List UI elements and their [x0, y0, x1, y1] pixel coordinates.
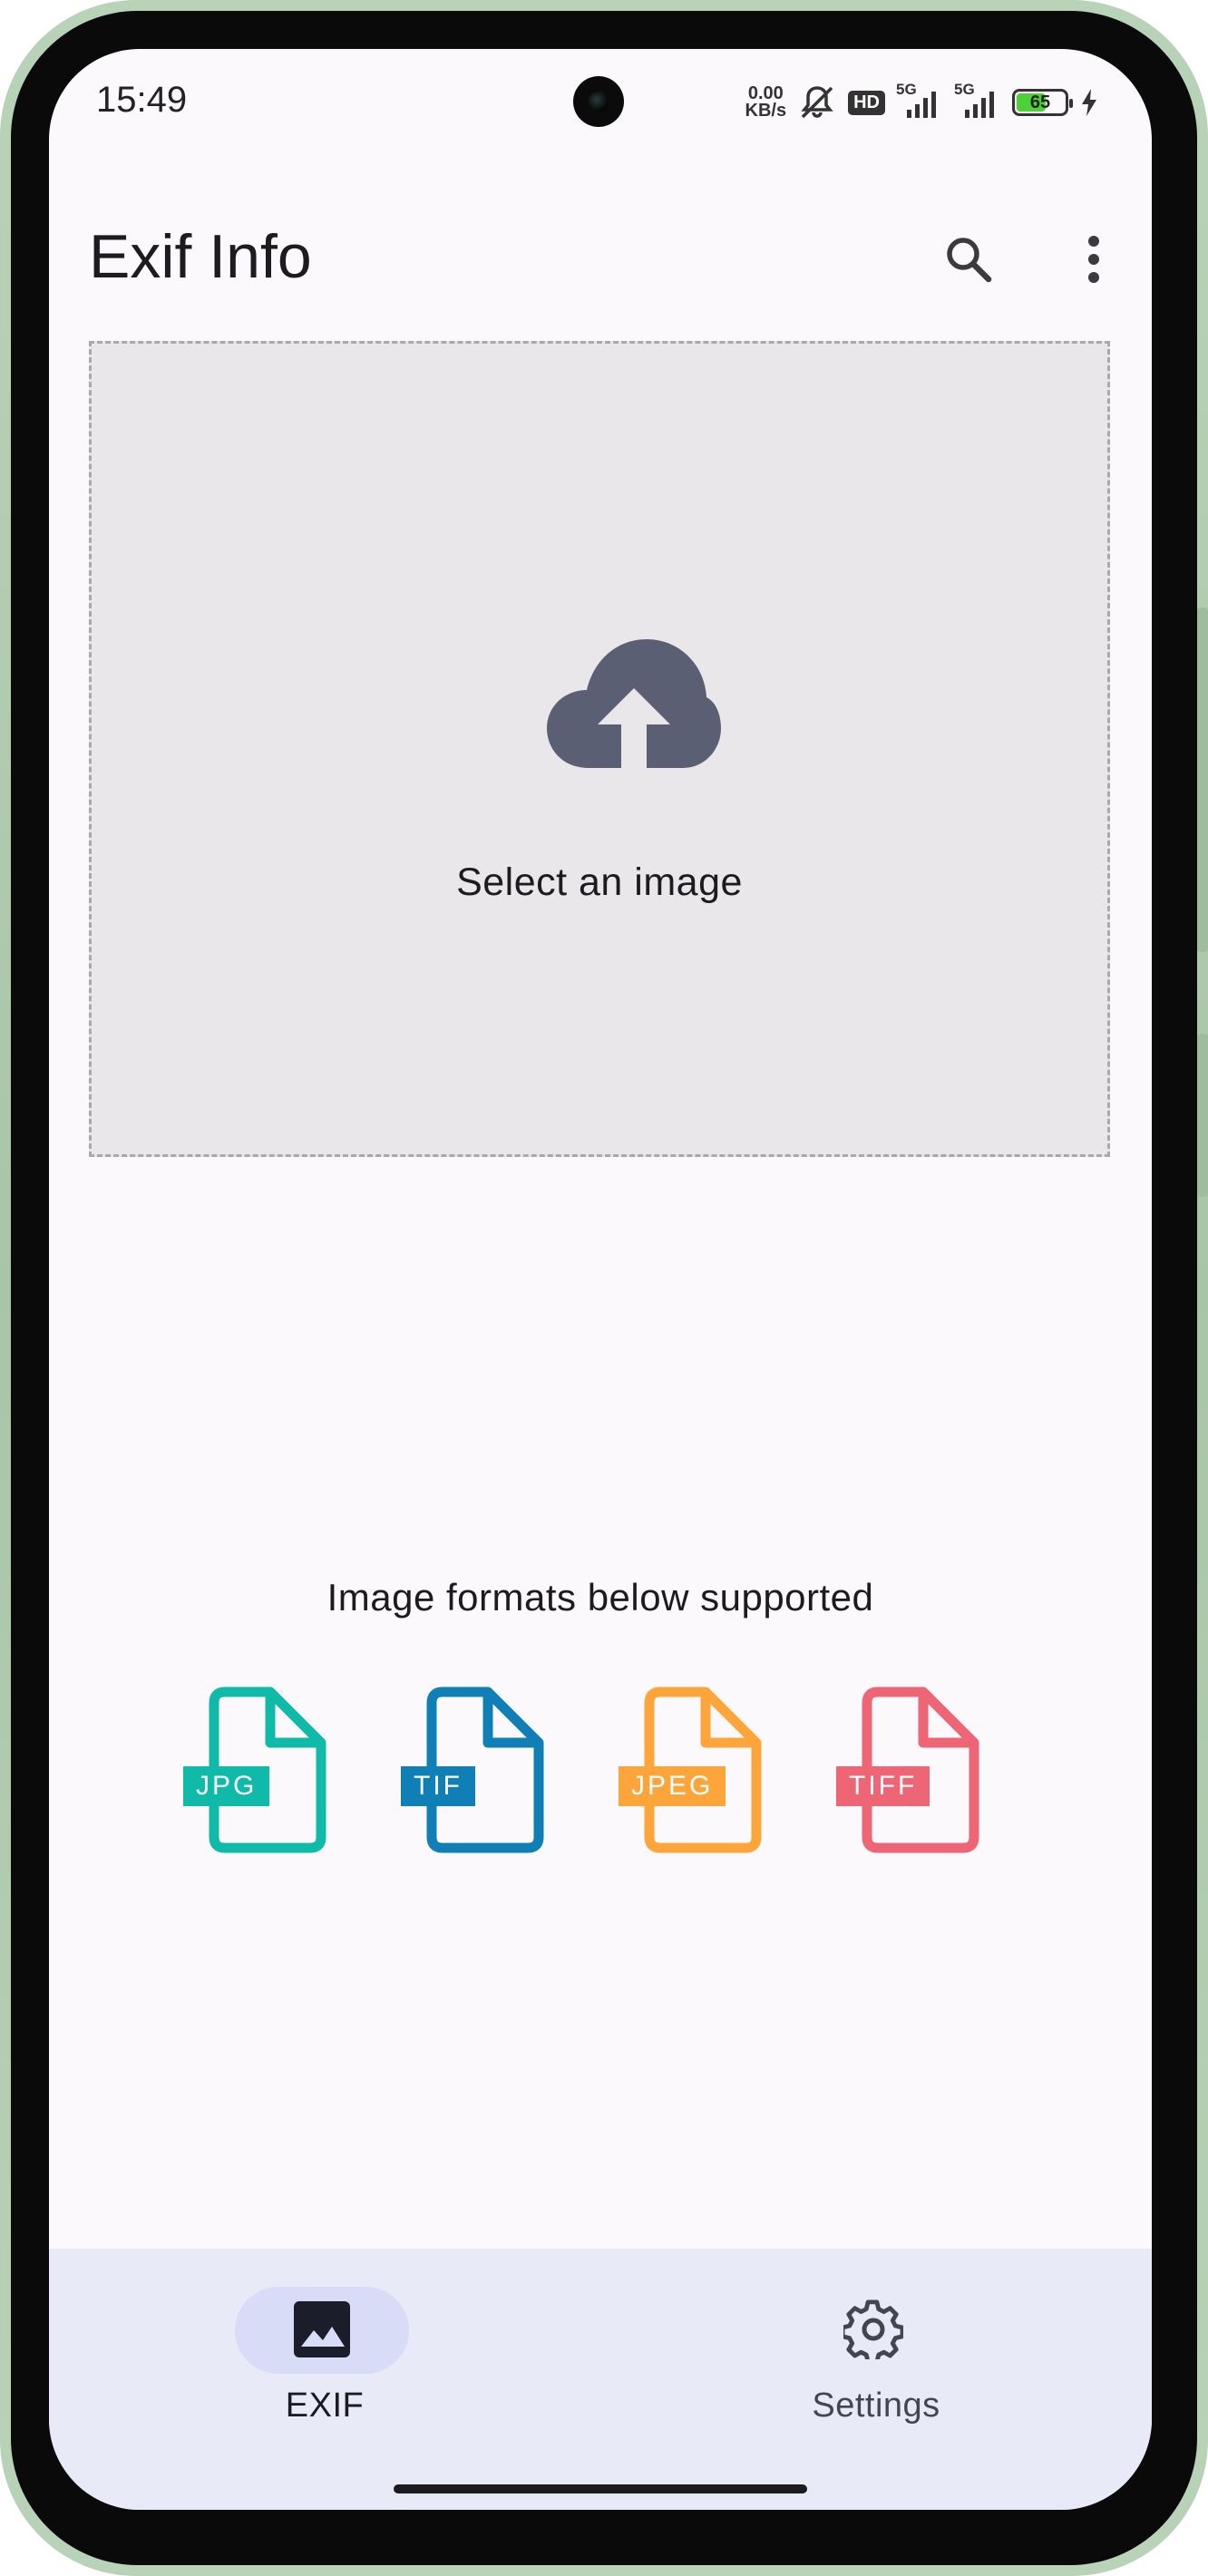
more-vert-icon: [1088, 236, 1099, 283]
page-title: Exif Info: [89, 222, 312, 291]
format-label: JPEG: [619, 1766, 726, 1806]
cloud-upload-icon: [547, 639, 721, 770]
formats-caption: Image formats below supported: [326, 1576, 874, 1619]
bottom-navigation: EXIF Settings: [49, 2249, 1152, 2510]
nav-label-settings: Settings: [812, 2386, 940, 2425]
front-camera: [573, 76, 624, 127]
format-label: JPG: [183, 1766, 270, 1806]
jpg-format-icon: JPG: [183, 1687, 356, 1859]
screen: 15:49 0.00 KB/s HD 5G 5G 65 Exif Info Se…: [49, 49, 1152, 2510]
mute-icon: [801, 86, 833, 119]
image-drop-zone[interactable]: Select an image: [89, 341, 1110, 1157]
tif-format-icon: TIF: [401, 1687, 573, 1859]
format-label: TIF: [401, 1766, 475, 1806]
hd-label: HD: [853, 92, 880, 112]
power-button: [1197, 1034, 1208, 1197]
volume-button: [1197, 608, 1208, 952]
battery-level: 65: [1029, 92, 1051, 112]
search-icon: [947, 238, 992, 283]
nav-item-exif[interactable]: EXIF: [49, 2249, 600, 2430]
network-speed: 0.00 KB/s: [745, 84, 787, 121]
status-icons: 0.00 KB/s HD 5G 5G 65: [745, 81, 1099, 123]
battery-cap: [1069, 99, 1073, 108]
battery-icon: 65: [1012, 89, 1073, 116]
jpeg-format-icon: JPEG: [619, 1687, 791, 1859]
status-bar: 15:49 0.00 KB/s HD 5G 5G 65: [49, 49, 1152, 158]
search-button[interactable]: [930, 221, 1007, 297]
signal-5g-icon: 5G: [896, 81, 943, 121]
status-time: 15:49: [96, 80, 188, 120]
network-speed-unit: KB/s: [745, 101, 787, 121]
format-label: TIFF: [836, 1766, 930, 1806]
phone-frame: 15:49 0.00 KB/s HD 5G 5G 65 Exif Info Se…: [0, 0, 1208, 2576]
home-indicator[interactable]: [394, 2484, 807, 2493]
image-icon: [294, 2301, 350, 2357]
signal-5g-icon: 5G: [954, 81, 1001, 121]
nav-item-settings[interactable]: Settings: [600, 2249, 1152, 2430]
more-options-button[interactable]: [1056, 221, 1132, 297]
charging-icon: [1082, 89, 1096, 116]
hd-voice-icon: HD: [848, 90, 885, 115]
tiff-format-icon: TIFF: [836, 1687, 1008, 1859]
select-image-label: Select an image: [456, 860, 743, 904]
nav-label-exif: EXIF: [285, 2386, 365, 2425]
gear-icon: [843, 2299, 903, 2359]
